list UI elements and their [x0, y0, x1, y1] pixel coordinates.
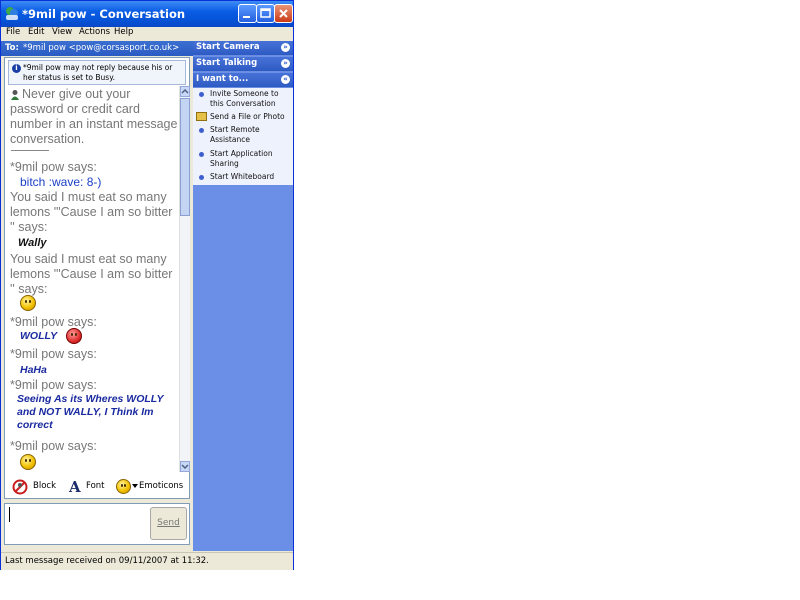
contact-address[interactable]: *9mil pow <pow@corsasport.co.uk>	[23, 43, 179, 53]
message-text: correct	[17, 419, 53, 431]
chevron-up-icon	[181, 88, 189, 94]
title-bar[interactable]: *9mil pow - Conversation	[1, 1, 293, 27]
start-camera-label: Start Camera	[196, 42, 260, 52]
sender-line: *9mil pow says:	[10, 315, 97, 329]
message-text: bitch :wave: 8-)	[20, 175, 102, 189]
sender-line: *9mil pow says:	[10, 347, 97, 361]
last-message-status: Last message received on 09/11/2007 at 1…	[5, 556, 209, 566]
divider	[11, 150, 49, 151]
task-send-file[interactable]: Send a File or Photo	[193, 112, 293, 124]
text-caret	[9, 507, 10, 522]
security-icon	[11, 90, 19, 100]
bullet-icon	[199, 175, 204, 180]
block-icon	[12, 479, 28, 495]
emoticons-button[interactable]: Emoticons	[114, 477, 189, 497]
task-whiteboard-label: Start Whiteboard	[210, 172, 275, 181]
task-application-sharing-label: Start Application Sharing	[210, 149, 273, 168]
message-text: WOLLY	[20, 330, 58, 342]
message-text: HaHa	[20, 364, 47, 376]
warning-line: Never give out your	[22, 87, 131, 101]
font-label: Font	[86, 481, 105, 491]
menu-bar: File Edit View Actions Help	[1, 27, 293, 41]
start-camera-header[interactable]: Start Camera »	[193, 41, 293, 56]
bullet-icon	[199, 128, 204, 133]
minimize-icon	[243, 16, 250, 18]
maximize-icon	[260, 8, 271, 18]
angry-smiley-icon	[66, 328, 82, 344]
start-talking-header[interactable]: Start Talking »	[193, 57, 293, 72]
side-task-panel: Start Camera » Start Talking » I want to…	[193, 41, 293, 551]
dropdown-arrow-icon	[132, 484, 138, 488]
chevron-down-icon	[181, 464, 189, 470]
bullet-icon	[199, 152, 204, 157]
sender-line: lemons '"Cause I am so bitter	[10, 267, 173, 281]
task-remote-assistance-label: Start Remote Assistance	[210, 125, 260, 144]
block-button[interactable]: Block	[9, 477, 59, 497]
task-whiteboard[interactable]: Start Whiteboard	[193, 172, 293, 184]
smiley-icon	[20, 454, 36, 470]
menu-help[interactable]: Help	[114, 27, 133, 37]
chevron-down-icon[interactable]: »	[281, 43, 290, 52]
message-text: Seeing As its Wheres WOLLY	[17, 393, 164, 405]
close-button[interactable]	[274, 4, 293, 23]
warning-line: password or credit card	[10, 102, 140, 116]
message-list: Never give out your password or credit c…	[5, 86, 179, 472]
sender-line: *9mil pow says:	[10, 160, 97, 174]
conversation-history[interactable]: i *9mil pow may not reply because his or…	[4, 57, 190, 499]
window-title: *9mil pow - Conversation	[22, 7, 186, 21]
close-icon	[279, 9, 288, 18]
busy-status-text: *9mil pow may not reply because his or h…	[23, 63, 173, 82]
folder-icon	[196, 112, 207, 121]
task-invite[interactable]: Invite Someone to this Conversation	[193, 89, 293, 111]
scroll-thumb[interactable]	[180, 98, 190, 216]
task-application-sharing[interactable]: Start Application Sharing	[193, 149, 293, 171]
sender-line: You said I must eat so many	[10, 190, 167, 204]
task-list: Invite Someone to this Conversation Send…	[193, 88, 293, 185]
menu-actions[interactable]: Actions	[79, 27, 110, 37]
i-want-to-header[interactable]: I want to... «	[193, 73, 293, 88]
chevron-up-icon[interactable]: «	[281, 75, 290, 84]
compose-toolbar: Block A Font Emoticons	[4, 475, 190, 499]
menu-file[interactable]: File	[6, 27, 20, 37]
block-label: Block	[33, 481, 56, 491]
chevron-down-icon[interactable]: »	[281, 59, 290, 68]
to-bar: To: *9mil pow <pow@corsasport.co.uk>	[1, 41, 193, 56]
font-icon: A	[69, 478, 81, 496]
task-send-file-label: Send a File or Photo	[210, 112, 285, 121]
minimize-button[interactable]	[238, 4, 257, 23]
sender-line: *9mil pow says:	[10, 439, 97, 453]
status-bar: Last message received on 09/11/2007 at 1…	[1, 552, 293, 570]
i-want-to-label: I want to...	[196, 74, 249, 84]
sender-line: You said I must eat so many	[10, 252, 167, 266]
warning-line: number in an instant message	[10, 117, 178, 131]
conversation-window: *9mil pow - Conversation File Edit View …	[0, 0, 294, 570]
scroll-up-button[interactable]	[180, 86, 190, 97]
to-label: To:	[5, 43, 19, 53]
send-button[interactable]: Send	[150, 507, 187, 540]
sender-line: *9mil pow says:	[10, 378, 97, 392]
menu-edit[interactable]: Edit	[28, 27, 44, 37]
bullet-icon	[199, 92, 204, 97]
maximize-button[interactable]	[256, 4, 275, 23]
sender-line: lemons '"Cause I am so bitter	[10, 205, 173, 219]
message-text: and NOT WALLY, I Think Im	[17, 406, 154, 418]
scroll-down-button[interactable]	[180, 461, 190, 472]
busy-status-notice: i *9mil pow may not reply because his or…	[8, 60, 186, 85]
task-invite-label: Invite Someone to this Conversation	[210, 89, 279, 108]
info-icon: i	[12, 64, 21, 73]
font-button[interactable]: A Font	[66, 477, 111, 497]
emoticon-icon	[116, 479, 131, 494]
start-talking-label: Start Talking	[196, 58, 258, 68]
sender-line: '' says:	[10, 220, 48, 234]
warning-line: conversation.	[10, 132, 85, 146]
message-input[interactable]: Send	[4, 503, 190, 545]
emoticons-label: Emoticons	[139, 481, 184, 491]
message-text: Wally	[18, 237, 47, 249]
task-remote-assistance[interactable]: Start Remote Assistance	[193, 125, 293, 147]
chat-scrollbar[interactable]	[179, 86, 190, 472]
messenger-icon	[6, 7, 18, 20]
smiley-icon	[20, 295, 36, 311]
menu-view[interactable]: View	[52, 27, 72, 37]
